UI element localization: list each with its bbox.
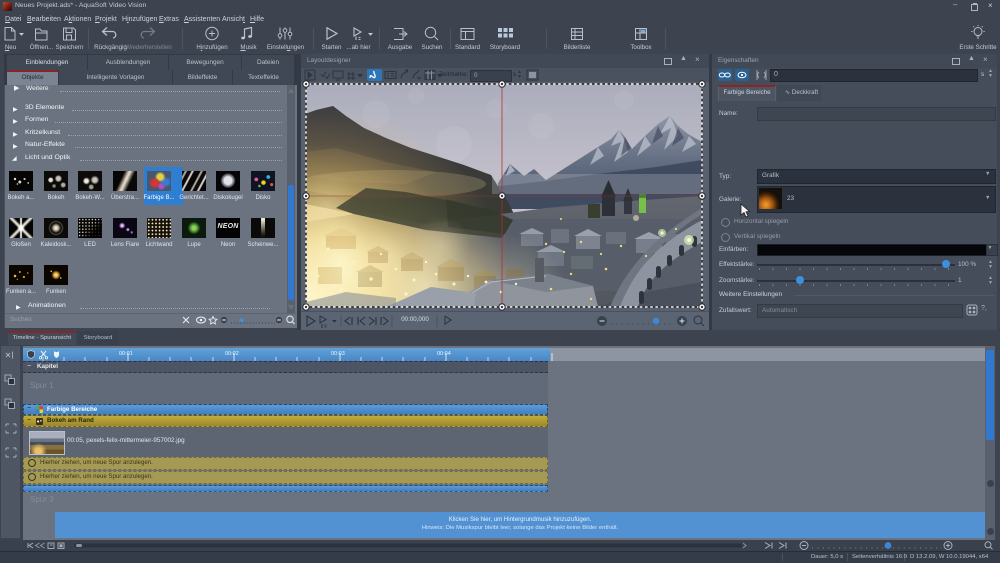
svg-text:00:01: 00:01 <box>119 351 133 357</box>
svg-text:00:02: 00:02 <box>225 351 239 357</box>
svg-text:00:04: 00:04 <box>437 351 451 357</box>
svg-text:00:03: 00:03 <box>331 351 345 357</box>
